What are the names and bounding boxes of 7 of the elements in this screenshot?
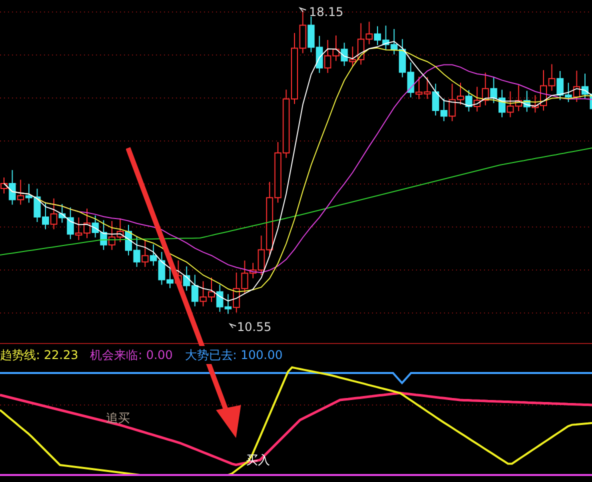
low-price-label: 10.55 <box>237 319 272 336</box>
leader-line <box>298 7 306 12</box>
signal-label: 买入 <box>246 452 270 469</box>
leader-line <box>228 323 236 328</box>
signal-label: 追买 <box>106 410 130 427</box>
high-price-label: 18.15 <box>309 4 344 21</box>
indicator-value: 大势已去: 100.00 <box>184 346 283 364</box>
